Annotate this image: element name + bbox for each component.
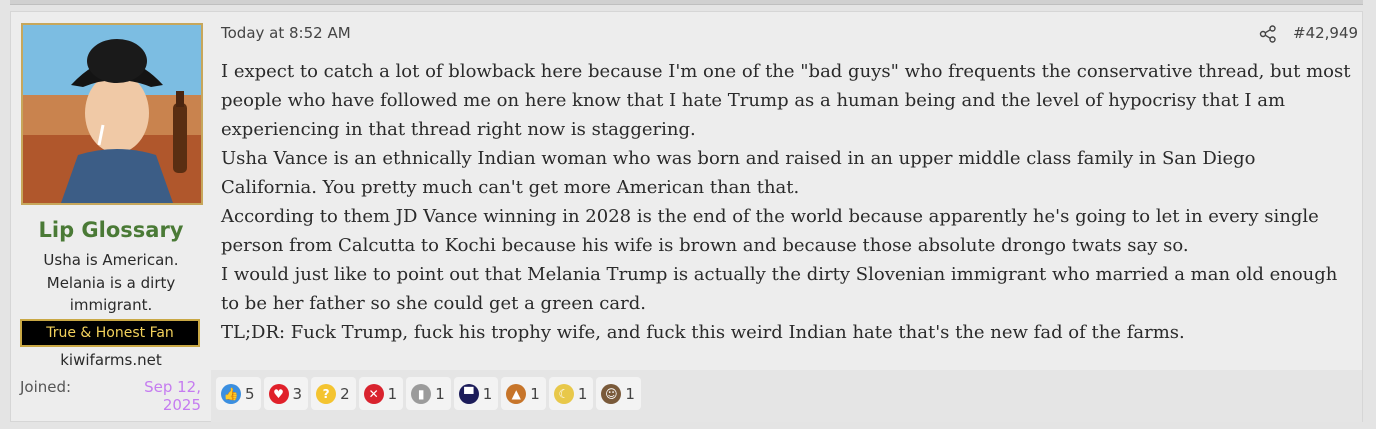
post-paragraph: I would just like to point out that Mela… [221,264,1338,314]
post-paragraph: According to them JD Vance winning in 20… [221,206,1319,256]
reaction-chip[interactable]: ♥ 3 [263,377,309,410]
user-info: Lip Glossary Usha is American. Melania i… [11,12,211,421]
top-hat-icon: ▀ [458,383,479,404]
post-paragraph: TL;DR: Fuck Trump, fuck his trophy wife,… [221,322,1185,343]
post: Lip Glossary Usha is American. Melania i… [10,11,1363,422]
reaction-count: 1 [435,384,445,403]
post-paragraph: Usha Vance is an ethnically Indian woman… [221,148,1256,198]
reactions-bar: 👍 5 ♥ 3? 2 ✕ 1 ▮ 1 ▀ 1 ▲ 1 ☾ 1 ☺ 1 [216,377,641,410]
reaction-count: 5 [245,384,255,403]
thinking-icon: ? [316,383,337,404]
face-icon: ☺ [601,383,622,404]
user-title: Usha is American. Melania is a dirty imm… [43,251,179,314]
heart-icon: ♥ [268,383,289,404]
reaction-chip[interactable]: ▲ 1 [501,377,546,410]
post-paragraph: I expect to catch a lot of blowback here… [221,61,1351,140]
reaction-chip[interactable]: ☾ 1 [548,377,594,410]
reaction-count: 1 [577,384,588,403]
share-icon[interactable] [1259,25,1277,43]
reaction-chip[interactable]: ✕ 1 [358,377,404,410]
reaction-count: 1 [625,384,635,403]
user-banner: True & Honest Fan [20,319,200,347]
reaction-chip[interactable]: ☺ 1 [596,377,641,410]
reaction-chip[interactable]: ▮ 1 [406,377,451,410]
crescent-moon-icon: ☾ [553,383,574,404]
user-website: kiwifarms.net [60,351,162,369]
reaction-chip[interactable]: ▀ 1 [453,377,499,410]
reaction-count: 3 [292,384,303,403]
post-main: Today at 8:52 AM #42,949 I expect to cat… [211,12,1362,370]
joined-label: Joined: [20,378,72,396]
post-body: I expect to catch a lot of blowback here… [221,57,1354,347]
reaction-count: 1 [482,384,493,403]
like-icon: 👍 [221,383,241,404]
post-number[interactable]: #42,949 [1293,24,1358,42]
reaction-count: 1 [387,384,398,403]
post-timestamp[interactable]: Today at 8:52 AM [221,24,351,42]
indian-flag-icon: ▲ [506,383,527,404]
avatar[interactable] [21,23,203,205]
avatar-image [23,25,201,203]
reaction-count: 1 [530,384,540,403]
x-icon: ✕ [363,383,384,404]
tombstone-icon: ▮ [411,383,432,404]
username[interactable]: Lip Glossary [11,218,211,242]
reaction-chip[interactable]: ? 2 [311,377,356,410]
reaction-count: 2 [340,384,350,403]
post-footer: 👍 5 ♥ 3? 2 ✕ 1 ▮ 1 ▀ 1 ▲ 1 ☾ 1 ☺ 1 [211,370,1362,422]
joined-date: Sep 12, 2025 [144,378,201,414]
previous-post-edge [10,0,1363,5]
reaction-chip[interactable]: 👍 5 [216,377,261,410]
